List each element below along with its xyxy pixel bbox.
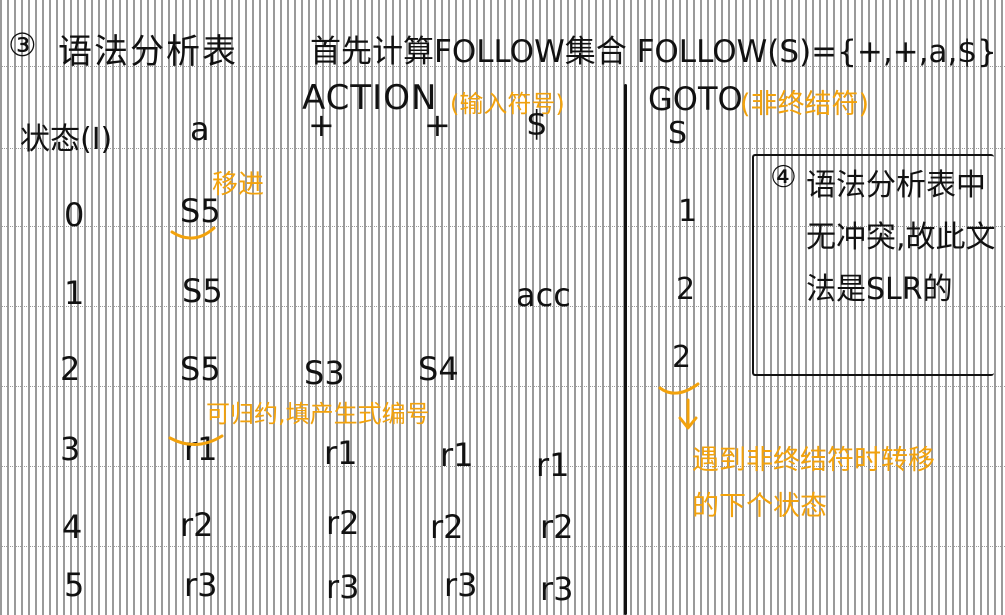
goto-underline-mark bbox=[658, 382, 700, 395]
shift-underline-mark bbox=[170, 226, 216, 240]
annotation-marks bbox=[168, 226, 700, 446]
notebook-page: ③ 语法分析表 首先计算FOLLOW集合 FOLLOW(S)={+,+,a,$}… bbox=[0, 0, 1005, 615]
goto-arrow-mark bbox=[678, 398, 698, 430]
reduce-underline-mark bbox=[168, 434, 224, 446]
